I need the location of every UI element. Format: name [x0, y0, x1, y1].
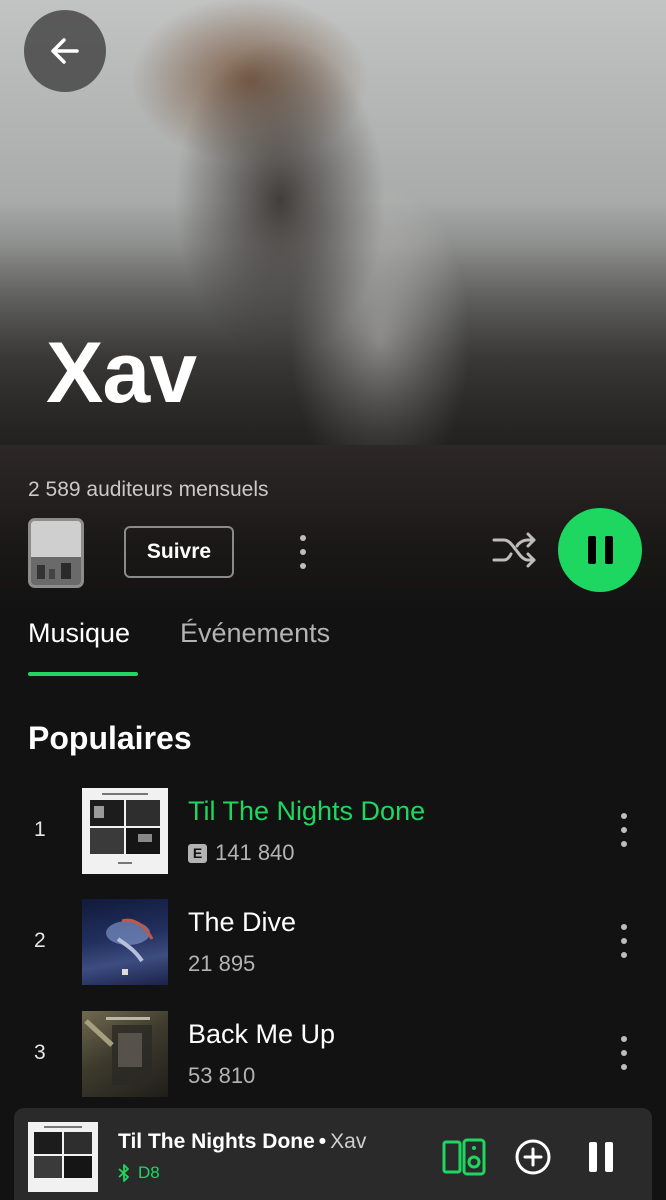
tab-musique[interactable]: Musique [28, 618, 130, 649]
artist-name: Xav [46, 325, 197, 421]
shuffle-icon[interactable] [490, 528, 538, 572]
bluetooth-icon [118, 1164, 129, 1182]
track-more-button[interactable] [614, 1033, 634, 1073]
play-count: 141 840 [215, 840, 295, 865]
track-cover [82, 788, 168, 874]
track-title: Back Me Up [188, 1019, 336, 1049]
track-row[interactable]: 3 Back Me Up 53 810 [0, 1011, 666, 1097]
more-vert-icon [621, 813, 627, 819]
track-row[interactable]: 1 Til The Nights Done E 141 840 [0, 788, 666, 874]
track-cover [82, 1011, 168, 1097]
back-button[interactable] [24, 10, 106, 92]
now-playing-title: Til The Nights Done • Xav [118, 1130, 366, 1154]
track-more-button[interactable] [614, 921, 634, 961]
track-number: 1 [34, 818, 46, 841]
track-number: 3 [34, 1041, 46, 1064]
pause-icon [587, 536, 596, 564]
thumbnail-art [31, 521, 81, 585]
devices-icon[interactable] [442, 1138, 486, 1176]
now-playing-track: Til The Nights Done [118, 1130, 315, 1153]
artist-thumbnail[interactable] [28, 518, 84, 588]
mini-pause-button[interactable] [589, 1142, 615, 1174]
track-cover [82, 899, 168, 985]
mini-player[interactable]: Til The Nights Done • Xav D8 [14, 1108, 652, 1200]
track-plays: 21 895 [188, 951, 255, 977]
back-arrow-icon [51, 38, 79, 64]
more-vert-icon [621, 924, 627, 930]
play-pause-button[interactable] [558, 508, 642, 592]
play-count: 53 810 [188, 1063, 256, 1088]
track-more-button[interactable] [614, 810, 634, 850]
monthly-listeners: 2 589 auditeurs mensuels [28, 478, 269, 501]
connected-device: D8 [118, 1163, 160, 1183]
now-playing-cover [28, 1122, 98, 1192]
now-playing-separator: • [318, 1130, 327, 1153]
explicit-icon: E [188, 843, 207, 863]
pause-icon [589, 1142, 597, 1172]
more-vert-icon [300, 535, 306, 541]
device-name: D8 [138, 1163, 160, 1182]
tab-evenements[interactable]: Événements [180, 618, 330, 649]
track-row[interactable]: 2 The Dive 21 895 [0, 899, 666, 985]
track-title: Til The Nights Done [188, 796, 426, 826]
track-plays: E 141 840 [188, 840, 295, 866]
now-playing-artist: Xav [330, 1130, 367, 1153]
track-title: The Dive [188, 907, 297, 937]
more-vert-icon [621, 1036, 627, 1042]
more-options-button[interactable] [293, 532, 313, 572]
follow-button[interactable]: Suivre [124, 526, 234, 578]
active-tab-indicator [28, 672, 138, 676]
track-number: 2 [34, 929, 46, 952]
add-circle-icon[interactable] [514, 1138, 552, 1176]
track-plays: 53 810 [188, 1063, 255, 1089]
play-count: 21 895 [188, 951, 256, 976]
section-title-populaires: Populaires [28, 720, 192, 756]
